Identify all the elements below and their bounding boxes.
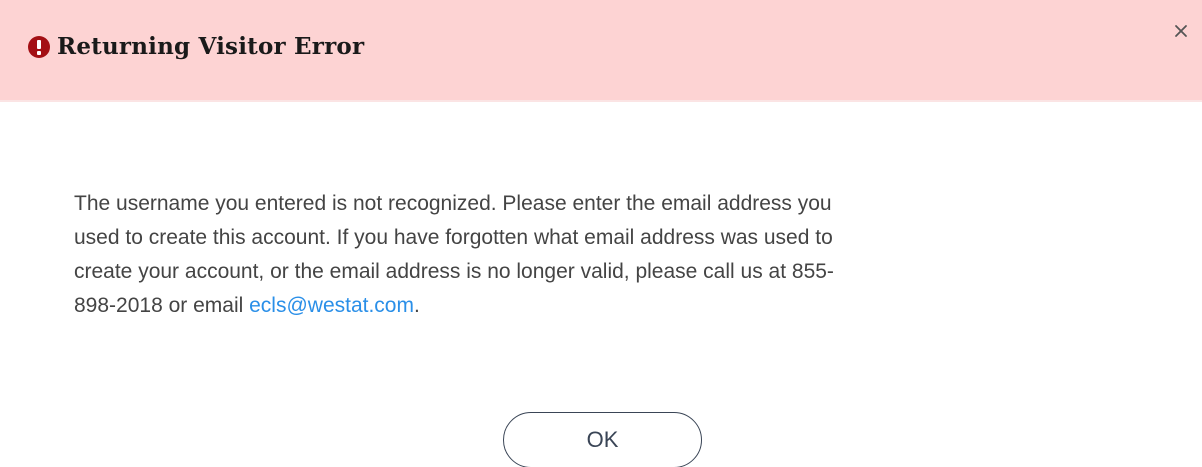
dialog-header: Returning Visitor Error	[0, 0, 1202, 100]
error-dialog: Returning Visitor Error The username you…	[0, 0, 1202, 467]
message-line: used to create this account. If you have…	[74, 226, 833, 249]
email-link[interactable]: ecls@westat.com	[249, 294, 414, 317]
close-icon	[1175, 25, 1187, 37]
dialog-title: Returning Visitor Error	[57, 33, 365, 60]
dialog-title-group: Returning Visitor Error	[28, 34, 364, 60]
ok-button[interactable]: OK	[503, 412, 702, 467]
message-line: 898-2018 or email	[74, 294, 250, 317]
close-button[interactable]	[1170, 20, 1192, 42]
header-divider	[0, 100, 1202, 102]
exclamation-circle-icon	[28, 36, 50, 58]
message-period: .	[413, 294, 420, 317]
error-message: The username you entered is not recogniz…	[74, 187, 1134, 323]
message-line: create your account, or the email addres…	[74, 260, 834, 283]
message-line: The username you entered is not recogniz…	[74, 192, 832, 215]
